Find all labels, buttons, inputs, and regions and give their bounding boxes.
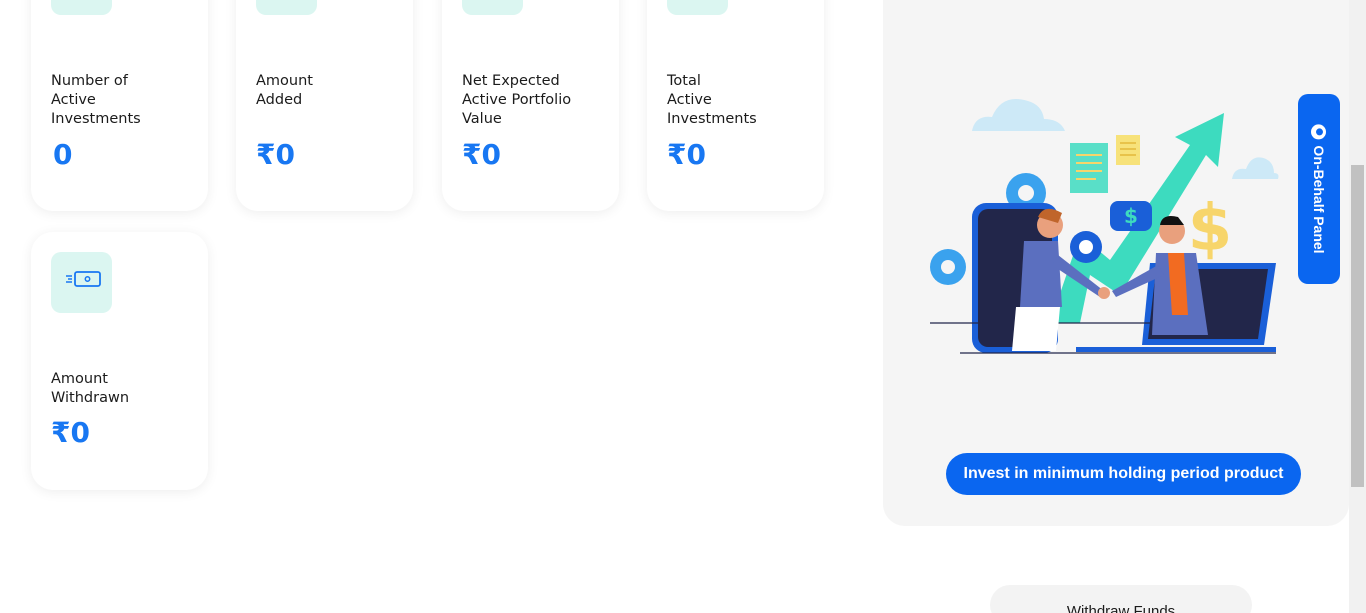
- active-investments-count-card: Number of Active Investments 0: [31, 0, 208, 211]
- card-value: ₹0: [256, 138, 295, 171]
- card-value: ₹0: [667, 138, 706, 171]
- svg-text:$: $: [1124, 204, 1138, 228]
- total-active-investments-card: Total Active Investments ₹0: [647, 0, 824, 211]
- amount-withdrawn-card: Amount Withdrawn ₹0: [31, 232, 208, 490]
- withdraw-funds-button[interactable]: Withdraw Funds: [990, 585, 1252, 613]
- net-expected-portfolio-card: Net Expected Active Portfolio Value ₹0: [442, 0, 619, 211]
- amount-added-icon: [256, 0, 317, 15]
- page: Number of Active Investments 0 Amount Ad…: [0, 0, 1366, 613]
- user-circle-icon: [1311, 124, 1327, 140]
- scrollbar-thumb[interactable]: [1351, 165, 1364, 487]
- handshake-illustration: $ $: [930, 99, 1279, 354]
- investments-icon: [51, 0, 112, 15]
- card-label: Amount Added: [256, 73, 313, 108]
- card-value: ₹0: [462, 138, 501, 171]
- on-behalf-panel-tab[interactable]: On-Behalf Panel: [1298, 94, 1340, 284]
- invest-min-holding-button[interactable]: Invest in minimum holding period product: [946, 453, 1301, 495]
- wallet-icon: [667, 0, 728, 15]
- card-label: Total Active Investments: [667, 73, 757, 127]
- card-label: Number of Active Investments: [51, 73, 141, 127]
- portfolio-growth-icon: [462, 0, 523, 15]
- amount-added-card: Amount Added ₹0: [236, 0, 413, 211]
- vertical-scrollbar[interactable]: [1349, 0, 1366, 613]
- card-label: Amount Withdrawn: [51, 371, 130, 406]
- card-label: Net Expected Active Portfolio Value: [462, 73, 572, 127]
- card-value: 0: [53, 138, 73, 171]
- cash-withdraw-icon: [51, 252, 112, 313]
- card-value: ₹0: [51, 416, 90, 449]
- on-behalf-label: On-Behalf Panel: [1311, 145, 1327, 254]
